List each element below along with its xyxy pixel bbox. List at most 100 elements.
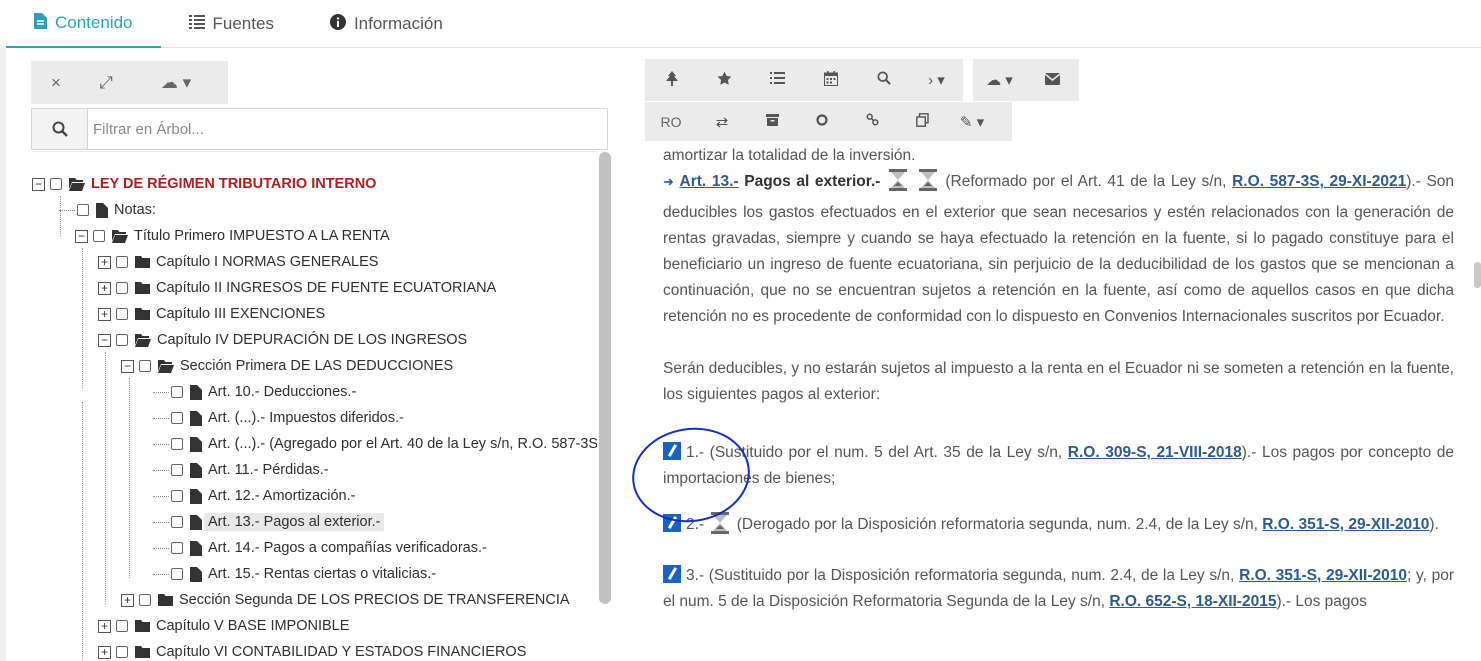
edit-icon[interactable] [663, 442, 681, 460]
tree-node-label: Título Primero IMPUESTO A LA RENTA [134, 228, 390, 244]
node-checkbox[interactable] [116, 256, 128, 268]
list-item: 2.- (Derogado por la Disposición reforma… [663, 512, 1454, 543]
collapse-toggle[interactable]: − [75, 229, 88, 243]
expand-toggle[interactable]: + [121, 593, 134, 607]
tree-node[interactable]: + Capítulo I NORMAS GENERALES [98, 249, 378, 275]
tree-node-label: Sección Segunda DE LOS PRECIOS DE TRANSF… [179, 592, 570, 608]
cloud-download-button[interactable]: ☁ ▾ [973, 71, 1026, 89]
expand-toggle[interactable]: + [98, 645, 111, 659]
expand-toggle[interactable]: + [98, 281, 111, 295]
filter-input[interactable] [88, 109, 607, 149]
expand-toggle[interactable]: + [98, 307, 111, 321]
tree-node[interactable]: − Capítulo IV DEPURACIÓN DE LOS INGRESOS [98, 327, 467, 353]
archive-icon[interactable] [747, 113, 797, 130]
folder-open-icon [112, 229, 128, 243]
node-checkbox[interactable] [116, 646, 128, 658]
article-link[interactable]: Art. 13.- [680, 173, 739, 190]
tree-node[interactable]: − Título Primero IMPUESTO A LA RENTA [75, 223, 390, 249]
tree-node[interactable]: + Capítulo VI CONTABILIDAD Y ESTADOS FIN… [98, 639, 526, 661]
node-checkbox[interactable] [77, 204, 89, 216]
navigate-dropdown-button[interactable]: › ▾ [910, 71, 963, 89]
calendar-icon[interactable] [804, 70, 857, 90]
expand-button[interactable]: ⤢ [81, 73, 131, 93]
tree-node[interactable]: + Capítulo V BASE IMPONIBLE [98, 613, 349, 639]
tree-node-label: Notas: [114, 202, 156, 218]
pencil-dropdown-button[interactable]: ✎ ▾ [947, 113, 997, 131]
file-icon [190, 488, 202, 504]
edit-icon[interactable] [663, 565, 681, 583]
circle-icon[interactable] [797, 113, 847, 130]
cloud-download-button[interactable]: ☁ ▾ [131, 73, 221, 93]
tree-icon[interactable] [645, 70, 698, 90]
tree-scrollbar[interactable] [599, 152, 611, 604]
collapse-toggle[interactable]: − [98, 333, 111, 347]
expand-toggle[interactable]: + [98, 619, 111, 633]
reference-link[interactable]: R.O. 351-S, 29-XII-2010 [1262, 516, 1429, 533]
node-checkbox[interactable] [116, 282, 128, 294]
tree-node[interactable]: + Capítulo II INGRESOS DE FUENTE ECUATOR… [98, 275, 496, 301]
collapse-toggle[interactable]: − [32, 177, 45, 191]
document-toolbar-secondary: RO ⇄ ✎ ▾ [645, 102, 1012, 141]
hourglass-icon[interactable] [889, 169, 908, 200]
tab-informacion[interactable]: Información [302, 0, 471, 48]
search-icon[interactable] [857, 71, 910, 89]
list-icon[interactable] [751, 71, 804, 89]
node-checkbox[interactable] [139, 360, 151, 372]
content-scrollbar[interactable] [1474, 262, 1481, 288]
link-icon[interactable] [847, 113, 897, 130]
node-checkbox[interactable] [171, 386, 183, 398]
node-checkbox[interactable] [171, 542, 183, 554]
exchange-icon[interactable]: ⇄ [697, 113, 747, 131]
node-checkbox[interactable] [116, 334, 128, 346]
article-link-icon: ➜ [663, 174, 674, 189]
node-checkbox[interactable] [171, 568, 183, 580]
tree-node-label: Art. 13.- Pagos al exterior.- [204, 513, 385, 531]
tree-node-selected[interactable]: Art. 13.- Pagos al exterior.- [153, 509, 385, 535]
node-checkbox[interactable] [116, 620, 128, 632]
reference-link[interactable]: R.O. 587-3S, 29-XI-2021 [1232, 173, 1406, 190]
tree-node[interactable]: Art. (...).- Impuestos diferidos.- [153, 405, 404, 431]
folder-open-icon [135, 333, 151, 347]
hourglass-icon[interactable] [711, 512, 730, 543]
reference-link[interactable]: R.O. 351-S, 29-XII-2010 [1239, 567, 1407, 584]
node-checkbox[interactable] [171, 490, 183, 502]
copy-icon[interactable] [897, 112, 947, 131]
hourglass-icon[interactable] [918, 169, 937, 200]
tree-node[interactable]: − Sección Primera DE LAS DEDUCCIONES [121, 353, 453, 379]
search-icon [32, 109, 88, 149]
tab-fuentes[interactable]: Fuentes [161, 0, 302, 48]
tree-node[interactable]: − LEY DE RÉGIMEN TRIBUTARIO INTERNO [32, 171, 376, 197]
node-checkbox[interactable] [171, 438, 183, 450]
node-checkbox[interactable] [171, 412, 183, 424]
reference-link[interactable]: R.O. 309-S, 21-VIII-2018 [1068, 444, 1242, 461]
collapse-toggle[interactable]: − [121, 359, 134, 373]
node-checkbox[interactable] [171, 516, 183, 528]
node-checkbox[interactable] [139, 594, 151, 606]
info-icon [329, 14, 346, 34]
tree-guide [129, 378, 130, 578]
reference-link[interactable]: R.O. 652-S, 18-XII-2015 [1109, 593, 1276, 610]
node-checkbox[interactable] [116, 308, 128, 320]
tree-node[interactable]: Art. 11.- Pérdidas.- [153, 457, 329, 483]
tab-label: Contenido [55, 13, 133, 32]
tab-contenido[interactable]: Contenido [6, 0, 161, 48]
tree-node[interactable]: Notas: [59, 197, 156, 223]
tree-node[interactable]: Art. 10.- Deducciones.- [153, 379, 356, 405]
tree-node[interactable]: + Capítulo III EXENCIONES [98, 301, 325, 327]
tree-node[interactable]: Art. 14.- Pagos a compañías verificadora… [153, 535, 487, 561]
tree-node[interactable]: Art. 15.- Rentas ciertas o vitalicias.- [153, 561, 436, 587]
node-checkbox[interactable] [171, 464, 183, 476]
ro-button[interactable]: RO [645, 114, 697, 130]
envelope-icon[interactable] [1026, 72, 1079, 89]
node-checkbox[interactable] [93, 230, 105, 242]
tree-node[interactable]: Art. (...).- (Agregado por el Art. 40 de… [153, 431, 597, 457]
star-icon[interactable] [698, 71, 751, 90]
close-button[interactable]: × [31, 73, 81, 93]
tree-node[interactable]: Art. 12.- Amortización.- [153, 483, 355, 509]
tree-node[interactable]: + Sección Segunda DE LOS PRECIOS DE TRAN… [121, 587, 570, 613]
edit-icon[interactable] [663, 514, 681, 532]
file-icon [190, 566, 202, 582]
expand-toggle[interactable]: + [98, 255, 111, 269]
node-checkbox[interactable] [50, 178, 62, 190]
tree-guide [82, 248, 83, 388]
